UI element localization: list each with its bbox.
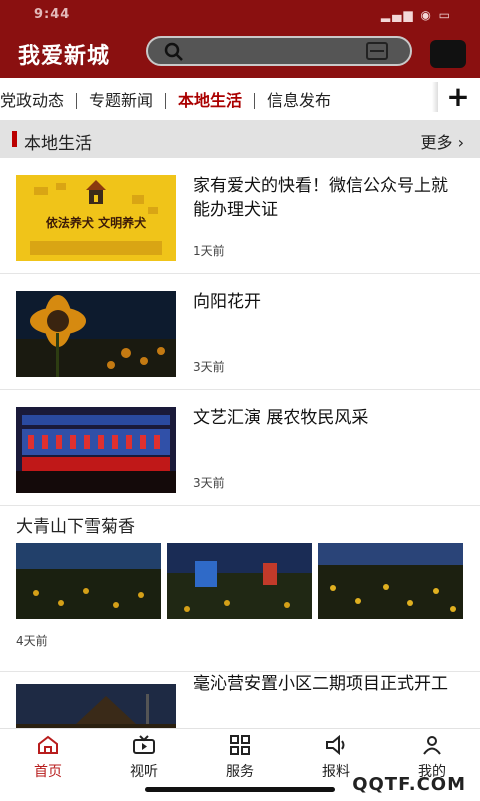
section-header: 本地生活 更多 › xyxy=(0,120,480,158)
search-bar[interactable] xyxy=(146,36,412,66)
watermark: QQTF.COM xyxy=(352,774,466,795)
list-item[interactable]: 向阳花开 3天前 xyxy=(0,274,480,390)
tabs-fade xyxy=(432,82,438,112)
gallery-images xyxy=(16,543,464,619)
status-indicators: ▂▄▆ ◉ ▭ xyxy=(380,8,452,22)
add-channel-button[interactable]: + xyxy=(444,82,472,112)
article-thumbnail: 依法养犬 文明养犬 xyxy=(16,175,176,261)
gallery-time: 4天前 xyxy=(16,634,48,648)
tab-divider xyxy=(165,93,167,109)
tab-party-news[interactable]: 党政动态 xyxy=(0,78,64,118)
grid-icon xyxy=(230,735,250,755)
article-thumbnail xyxy=(16,291,176,377)
article-list: 依法养犬 文明养犬 家有爱犬的快看！微信公众号上就能办理犬证 1天前 向阳花开 … xyxy=(0,158,480,752)
article-title: 毫沁营安置小区二期项目正式开工 xyxy=(193,674,448,694)
status-bar: 9:44 ▂▄▆ ◉ ▭ xyxy=(0,0,480,30)
tab-local-life[interactable]: 本地生活 xyxy=(178,78,242,118)
tab-divider xyxy=(76,93,78,109)
home-icon xyxy=(38,735,58,754)
category-tabs: 党政动态 专题新闻 本地生活 信息发布 + xyxy=(0,78,480,118)
gallery-item[interactable]: 大青山下雪菊香 4天前 xyxy=(0,506,480,672)
app-header: 我爱新城 xyxy=(0,30,480,78)
list-item[interactable]: 文艺汇演 展农牧民风采 3天前 xyxy=(0,390,480,506)
gallery-image xyxy=(167,543,312,619)
article-title: 家有爱犬的快看！微信公众号上就能办理犬证 xyxy=(193,176,448,220)
article-time: 3天前 xyxy=(193,476,225,490)
message-icon[interactable] xyxy=(430,40,466,68)
section-marker xyxy=(12,131,17,147)
nav-service[interactable]: 服务 xyxy=(200,735,280,781)
banner-text: 依法养犬 文明养犬 xyxy=(46,215,147,230)
article-time: 1天前 xyxy=(193,244,225,258)
section-title: 本地生活 xyxy=(24,134,92,154)
nav-video[interactable]: 视听 xyxy=(104,735,184,781)
article-title: 向阳花开 xyxy=(193,292,261,312)
status-time: 9:44 xyxy=(34,7,71,22)
tab-divider xyxy=(254,93,256,109)
nav-label: 视听 xyxy=(130,764,158,780)
article-title: 文艺汇演 展农牧民风采 xyxy=(193,408,369,428)
search-icon xyxy=(164,42,184,67)
nav-label: 首页 xyxy=(34,764,62,780)
more-label: 更多 xyxy=(420,133,453,152)
nav-label: 报料 xyxy=(322,764,350,780)
more-link[interactable]: 更多 › xyxy=(420,129,464,153)
article-time: 3天前 xyxy=(193,360,225,374)
person-icon xyxy=(423,736,441,755)
video-icon xyxy=(133,735,155,754)
gallery-image xyxy=(16,543,161,619)
list-item[interactable]: 依法养犬 文明养犬 家有爱犬的快看！微信公众号上就能办理犬证 1天前 xyxy=(0,158,480,274)
nav-home[interactable]: 首页 xyxy=(8,735,88,781)
nav-label: 服务 xyxy=(226,764,254,780)
chevron-right-icon: › xyxy=(457,133,464,152)
article-thumbnail xyxy=(16,407,176,493)
home-indicator[interactable] xyxy=(145,787,335,792)
gallery-image xyxy=(318,543,463,619)
gallery-title: 大青山下雪菊香 xyxy=(16,517,135,537)
megaphone-icon xyxy=(326,735,345,755)
app-logo: 我爱新城 xyxy=(18,43,111,69)
tab-special-news[interactable]: 专题新闻 xyxy=(89,78,153,118)
tab-info-release[interactable]: 信息发布 xyxy=(267,78,331,118)
scan-icon[interactable] xyxy=(366,42,388,60)
tabs-scroll: 党政动态 专题新闻 本地生活 信息发布 xyxy=(0,78,440,118)
